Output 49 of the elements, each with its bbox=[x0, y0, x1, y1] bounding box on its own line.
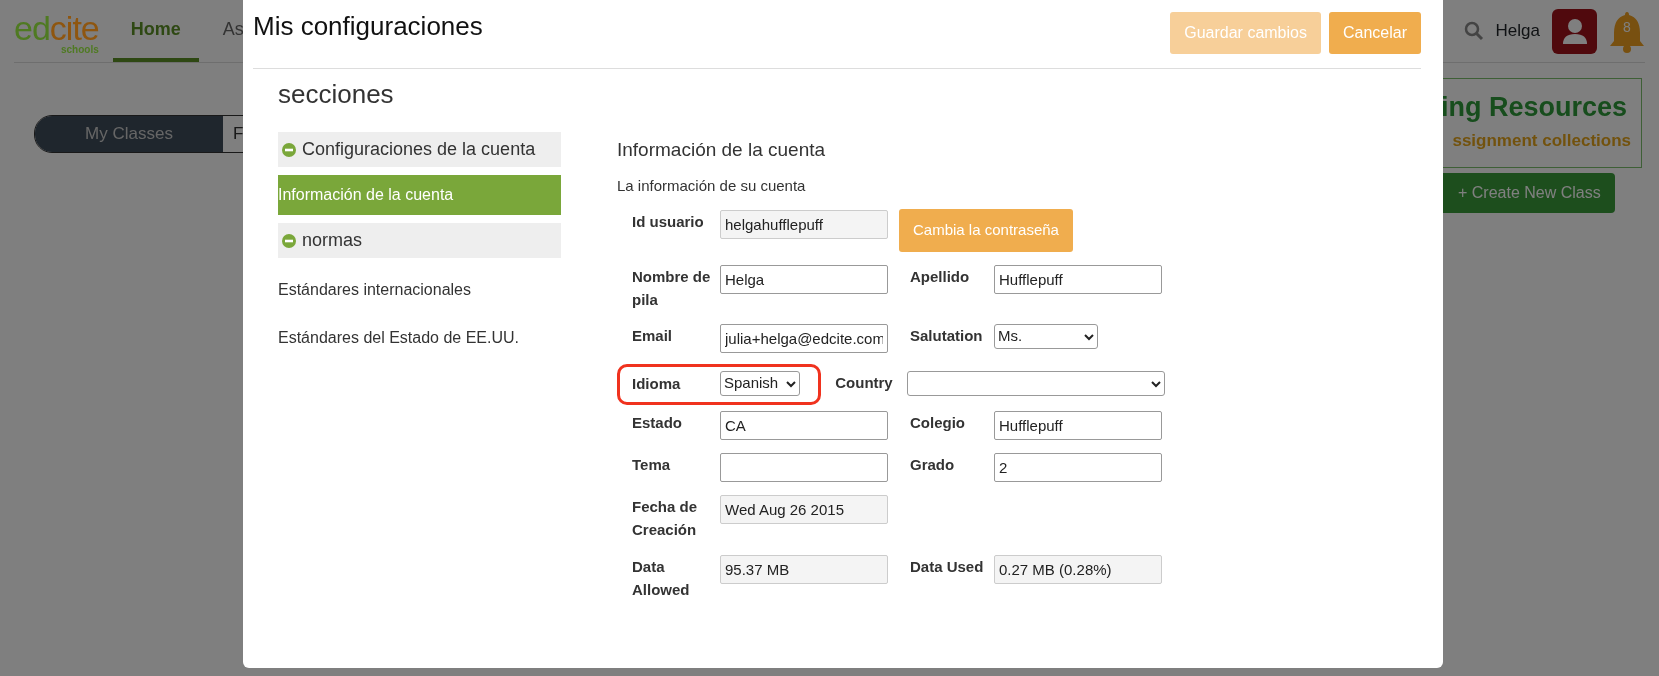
field-label: Colegio bbox=[910, 413, 966, 433]
field-label: Salutation bbox=[910, 326, 984, 346]
avatar-icon[interactable] bbox=[1552, 8, 1597, 54]
input-field[interactable]: 2 bbox=[994, 453, 1162, 482]
input-field[interactable] bbox=[720, 453, 888, 482]
banner-title: ing Resources bbox=[1439, 91, 1628, 124]
dialog-title: Mis configuraciones bbox=[253, 12, 483, 41]
field-label: Id usuario bbox=[632, 212, 705, 232]
sections-heading: secciones bbox=[278, 78, 395, 111]
select-field[interactable]: Spanish bbox=[720, 371, 801, 396]
field-label: Estado bbox=[632, 413, 683, 433]
caret-icon bbox=[1150, 379, 1161, 388]
field-label: Email bbox=[632, 326, 674, 346]
field-label: Data Used bbox=[910, 556, 985, 577]
field-label: Grado bbox=[910, 455, 956, 475]
caret-icon bbox=[786, 379, 797, 388]
banner-subtitle: ssignment collections bbox=[1451, 129, 1632, 152]
input-field[interactable]: Helga bbox=[720, 264, 888, 294]
user-name[interactable]: Helga bbox=[1495, 18, 1540, 44]
input-field[interactable]: Hufflepuff bbox=[994, 264, 1162, 294]
sidebar-item[interactable]: Estándares internacionales bbox=[278, 270, 561, 310]
input-field[interactable]: Wed Aug 26 2015 bbox=[720, 495, 888, 524]
sidebar-group[interactable]: normas bbox=[278, 223, 561, 258]
notification-count: 8 bbox=[1623, 20, 1631, 34]
search-icon bbox=[1463, 21, 1484, 41]
input-field[interactable]: 0.27 MB (0.28%) bbox=[994, 554, 1162, 584]
group-label: Configuraciones de la cuenta bbox=[302, 138, 536, 161]
collapse-icon bbox=[282, 233, 296, 248]
field-label: Country bbox=[835, 373, 893, 393]
bell-icon bbox=[1609, 9, 1645, 53]
field-label: Apellido bbox=[910, 266, 971, 287]
input-field[interactable]: helgahufflepuff bbox=[720, 210, 888, 239]
caret-icon bbox=[1084, 332, 1094, 341]
input-field[interactable]: 95.37 MB bbox=[720, 554, 888, 584]
input-field[interactable]: CA bbox=[720, 411, 888, 440]
field-label: Fecha de Creación bbox=[632, 497, 699, 541]
field-label: Data Allowed bbox=[632, 556, 691, 600]
input-field[interactable]: Hufflepuff bbox=[994, 411, 1162, 440]
field-label: Tema bbox=[632, 455, 672, 475]
field-label: Nombre de pila bbox=[632, 266, 712, 310]
select-field[interactable]: Ms. bbox=[994, 324, 1098, 349]
sidebar-item[interactable]: Estándares del Estado de EE.UU. bbox=[278, 318, 561, 358]
select-field[interactable] bbox=[906, 371, 1165, 396]
section-title: Información de la cuenta bbox=[617, 138, 827, 162]
field-label: Idioma bbox=[632, 373, 682, 394]
section-subtitle: La información de su cuenta bbox=[617, 175, 807, 196]
group-label: normas bbox=[302, 229, 363, 252]
collapse-icon bbox=[282, 142, 296, 157]
sidebar-group[interactable]: Configuraciones de la cuenta bbox=[278, 132, 561, 167]
